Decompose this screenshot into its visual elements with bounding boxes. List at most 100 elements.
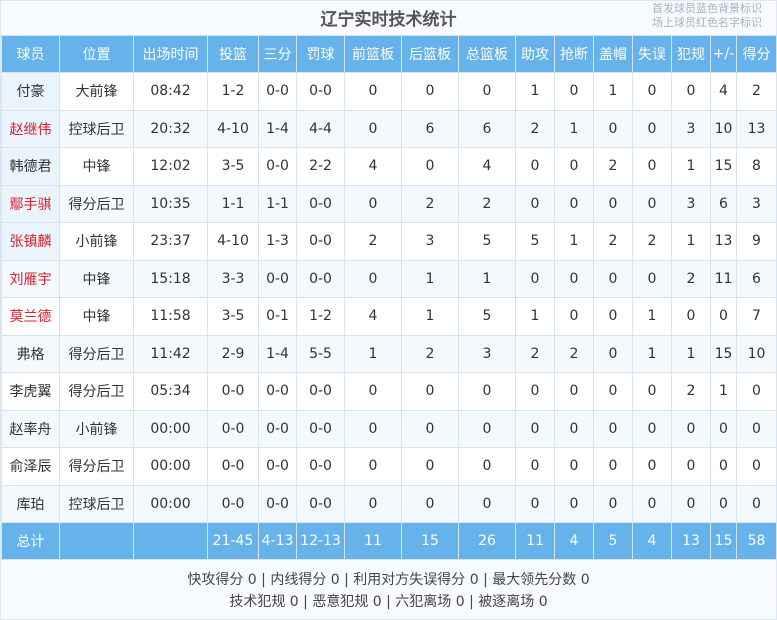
player-position: 得分后卫	[59, 334, 134, 373]
col-header[interactable]: 盖帽	[593, 35, 633, 73]
player-name[interactable]: 刘雁宇	[1, 259, 60, 298]
player-plus-minus: 15	[710, 334, 737, 373]
player-minutes: 05:34	[133, 372, 208, 411]
player-stl: 0	[554, 259, 594, 298]
player-name[interactable]: 付豪	[1, 72, 60, 111]
player-pf: 0	[671, 447, 711, 486]
col-header[interactable]: 得分	[736, 35, 777, 73]
totals-pts: 58	[736, 522, 777, 560]
player-stl: 0	[554, 72, 594, 111]
col-header[interactable]: 投篮	[207, 35, 259, 73]
summary-line-1: 快攻得分 0 | 内线得分 0 | 利用对方失误得分 0 | 最大领先分数 0	[187, 572, 590, 588]
totals-pm: 15	[710, 522, 737, 560]
totals-ast: 11	[515, 522, 555, 560]
totals-pf: 13	[671, 522, 711, 560]
player-name[interactable]: 赵率舟	[1, 409, 60, 448]
player-position: 控球后卫	[59, 484, 134, 523]
col-header[interactable]: 出场时间	[133, 35, 208, 73]
player-pf: 2	[671, 372, 711, 411]
stats-panel: 辽宁实时技术统计 首发球员蓝色背景标识 场上球员红色名字标识 球员 位置 出场时…	[0, 0, 777, 620]
player-fg: 3-5	[207, 147, 259, 186]
col-header[interactable]: 位置	[59, 35, 134, 73]
player-oreb: 0	[344, 259, 402, 298]
player-position: 中锋	[59, 259, 134, 298]
player-position: 中锋	[59, 297, 134, 336]
player-3pt: 0-0	[258, 372, 297, 411]
player-ast: 1	[515, 297, 555, 336]
player-plus-minus: 13	[710, 222, 737, 261]
player-oreb: 2	[344, 222, 402, 261]
player-name[interactable]: 李虎翼	[1, 372, 60, 411]
col-header[interactable]: 球员	[1, 35, 60, 73]
player-3pt: 0-0	[258, 484, 297, 523]
player-ast: 5	[515, 222, 555, 261]
player-points: 9	[736, 222, 777, 261]
col-header[interactable]: 罚球	[296, 35, 345, 73]
player-dreb: 0	[401, 484, 459, 523]
player-stl: 0	[554, 372, 594, 411]
player-name[interactable]: 莫兰德	[1, 297, 60, 336]
player-plus-minus: 15	[710, 147, 737, 186]
player-fg: 0-0	[207, 409, 259, 448]
player-plus-minus: 6	[710, 184, 737, 223]
col-header[interactable]: 助攻	[515, 35, 555, 73]
player-3pt: 1-3	[258, 222, 297, 261]
legend-starter-note: 首发球员蓝色背景标识	[652, 2, 762, 15]
player-fg: 3-3	[207, 259, 259, 298]
col-header[interactable]: 前篮板	[344, 35, 402, 73]
player-name[interactable]: 韩德君	[1, 147, 60, 186]
player-plus-minus: 0	[710, 409, 737, 448]
player-3pt: 1-1	[258, 184, 297, 223]
player-pf: 1	[671, 147, 711, 186]
player-stl: 0	[554, 484, 594, 523]
player-3pt: 0-0	[258, 259, 297, 298]
player-points: 13	[736, 109, 777, 148]
table-row: 库珀 控球后卫 00:00 0-0 0-0 0-0 0 0 0 0 0 0 0 0 0 0	[1, 484, 777, 523]
col-header[interactable]: +/-	[710, 35, 737, 73]
col-header[interactable]: 失误	[632, 35, 672, 73]
player-tov: 0	[632, 372, 672, 411]
player-position: 中锋	[59, 147, 134, 186]
player-name[interactable]: 俞泽辰	[1, 447, 60, 486]
player-points: 7	[736, 297, 777, 336]
player-blk: 0	[593, 447, 633, 486]
player-ft: 1-2	[296, 297, 345, 336]
player-fg: 4-10	[207, 222, 259, 261]
player-name[interactable]: 张镇麟	[1, 222, 60, 261]
player-points: 3	[736, 184, 777, 223]
player-stl: 1	[554, 109, 594, 148]
player-dreb: 0	[401, 372, 459, 411]
player-ft: 2-2	[296, 147, 345, 186]
player-plus-minus: 0	[710, 447, 737, 486]
player-blk: 0	[593, 484, 633, 523]
player-name[interactable]: 弗格	[1, 334, 60, 373]
player-name[interactable]: 鄢手骐	[1, 184, 60, 223]
table-row: 赵继伟 控球后卫 20:32 4-10 1-4 4-4 0 6 6 2 1 0 0 3 10 13	[1, 109, 777, 148]
player-name[interactable]: 库珀	[1, 484, 60, 523]
player-minutes: 08:42	[133, 72, 208, 111]
player-fg: 3-5	[207, 297, 259, 336]
player-points: 10	[736, 334, 777, 373]
player-reb: 5	[458, 222, 516, 261]
player-ft: 0-0	[296, 184, 345, 223]
player-minutes: 00:00	[133, 447, 208, 486]
col-header[interactable]: 总篮板	[458, 35, 516, 73]
player-reb: 4	[458, 147, 516, 186]
col-header[interactable]: 犯规	[671, 35, 711, 73]
table-row: 李虎翼 得分后卫 05:34 0-0 0-0 0-0 0 0 0 0 0 0 0 2 1 0	[1, 372, 777, 411]
player-dreb: 3	[401, 222, 459, 261]
player-name[interactable]: 赵继伟	[1, 109, 60, 148]
player-tov: 0	[632, 184, 672, 223]
col-header[interactable]: 抢断	[554, 35, 594, 73]
player-3pt: 0-1	[258, 297, 297, 336]
player-pf: 2	[671, 259, 711, 298]
player-minutes: 00:00	[133, 409, 208, 448]
totals-dreb: 15	[401, 522, 459, 560]
player-plus-minus: 4	[710, 72, 737, 111]
col-header[interactable]: 三分	[258, 35, 297, 73]
player-plus-minus: 0	[710, 484, 737, 523]
table-row: 付豪 大前锋 08:42 1-2 0-0 0-0 0 0 0 1 0 1 0 0 4 2	[1, 72, 777, 111]
player-pf: 0	[671, 72, 711, 111]
col-header[interactable]: 后篮板	[401, 35, 459, 73]
player-plus-minus: 10	[710, 109, 737, 148]
